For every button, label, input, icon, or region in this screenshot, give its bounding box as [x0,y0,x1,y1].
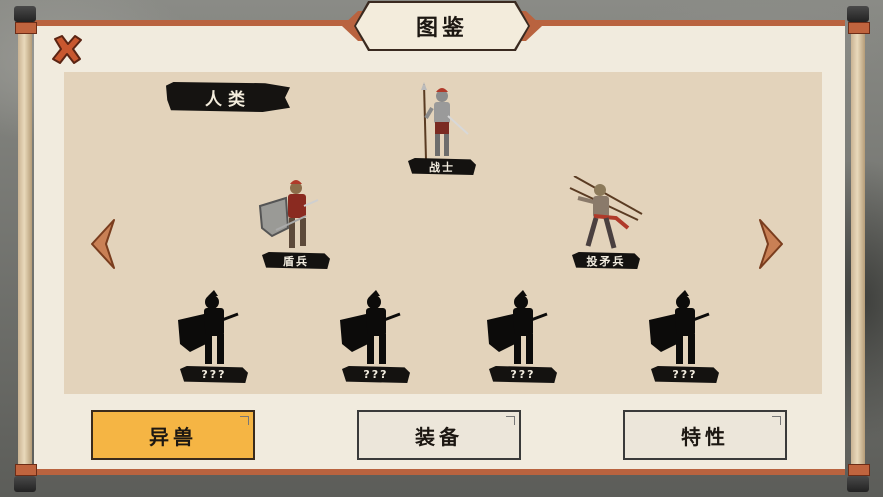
unit-card-locked[interactable]: ??? [174,290,254,383]
title-plaque: 图鉴 [342,1,542,51]
scroll-rod-left [10,6,40,492]
tab-label: 特性 [681,424,729,449]
tab-beasts[interactable]: 异兽 [91,410,255,460]
unit-card-locked[interactable]: ??? [336,290,416,383]
unit-card-warrior[interactable]: 战士 [402,82,482,175]
tab-label: 异兽 [149,424,197,449]
unit-name: ??? [201,368,227,381]
unit-name-tag: 战士 [408,158,476,175]
unit-name: ??? [510,368,536,381]
unit-name-tag: ??? [651,366,719,383]
shield-soldier-icon [258,180,319,248]
tab-traits[interactable]: 特性 [623,410,787,460]
locked-silhouette-icon [487,290,548,364]
close-button[interactable] [50,33,84,65]
locked-silhouette-icon [178,290,239,364]
unit-card-javelin-thrower[interactable]: 投矛兵 [566,176,646,269]
unit-name: 盾兵 [283,254,309,268]
unit-name-tag: 盾兵 [262,252,330,269]
tab-label: 装备 [415,424,463,449]
unit-name: ??? [363,368,389,381]
close-x-icon [52,35,82,64]
locked-silhouette-icon [340,290,401,364]
scroll-rod-right [843,6,873,492]
prev-page-button[interactable] [88,218,118,270]
unit-name: 投矛兵 [586,254,626,268]
chevron-left-icon [91,219,115,269]
next-page-button[interactable] [756,218,786,270]
unit-name: 战士 [429,160,455,174]
tab-equipment[interactable]: 装备 [357,410,521,460]
unit-name: ??? [672,368,698,381]
spearman-warrior-icon [421,82,469,161]
unit-card-locked[interactable]: ??? [483,290,563,383]
unit-name-tag: ??? [342,366,410,383]
javelin-thrower-icon [569,176,643,249]
unit-card-locked[interactable]: ??? [645,290,725,383]
page-title: 图鉴 [415,16,468,41]
unit-name-tag: ??? [489,366,557,383]
unit-name-tag: 投矛兵 [572,252,640,269]
unit-name-tag: ??? [180,366,248,383]
category-label: 人类 [166,82,290,112]
category-label-text: 人类 [205,89,251,110]
chevron-right-icon [759,219,783,269]
locked-silhouette-icon [649,290,710,364]
unit-card-shield-soldier[interactable]: 盾兵 [256,176,336,269]
